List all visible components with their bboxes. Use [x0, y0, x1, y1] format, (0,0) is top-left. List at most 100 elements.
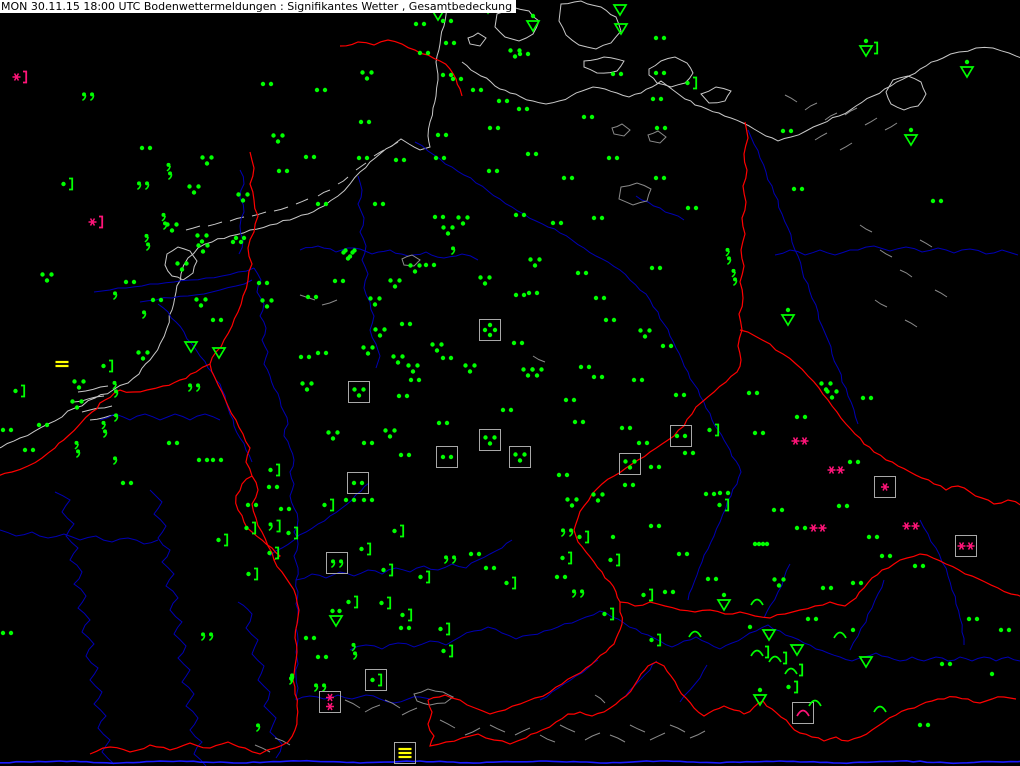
river	[747, 129, 859, 425]
station-slight-snow-icon	[809, 524, 827, 532]
station-slight-rain-icon	[794, 525, 808, 531]
station-slight-rain-icon	[399, 321, 413, 327]
station-rain-past-hour-icon	[392, 524, 405, 538]
station-slight-rain-icon	[398, 625, 412, 631]
station-moderate-rain-icon	[430, 342, 444, 353]
station-shower-arc-past-hour-icon	[750, 645, 770, 659]
station-slight-rain-icon	[879, 553, 893, 559]
station-slight-rain-icon	[649, 265, 663, 271]
station-slight-rain-icon	[278, 506, 292, 512]
station-moderate-rain-icon	[479, 429, 501, 451]
station-slight-rain-icon	[636, 440, 650, 446]
station-slight-rain-icon	[513, 292, 527, 298]
station-slight-drizzle-icon	[81, 92, 95, 102]
detail-dash	[934, 289, 948, 298]
station-slight-rain-icon	[358, 119, 372, 125]
station-moderate-rain-icon	[341, 250, 355, 261]
station-box	[347, 472, 369, 494]
station-shower-triangle-icon	[612, 4, 628, 17]
station-moderate-rain-icon	[348, 381, 370, 403]
station-shower-triangle-icon	[613, 23, 629, 36]
detail-dash	[514, 727, 531, 736]
station-slight-rain-icon	[685, 205, 699, 211]
station-slight-rain-icon	[440, 72, 454, 78]
station-box	[436, 446, 458, 468]
detail-dash	[384, 699, 401, 709]
country-border	[427, 602, 624, 715]
station-slight-rain-icon	[653, 70, 667, 76]
station-slight-rain-icon	[408, 377, 422, 383]
station-slight-rain-icon	[256, 280, 270, 286]
station-drizzle-icon	[450, 246, 456, 256]
station-snow-past-hour-icon	[88, 215, 104, 229]
river	[635, 195, 685, 221]
station-snow-past-hour-icon	[12, 70, 28, 84]
island-dash	[273, 206, 289, 212]
station-shower-arc-icon	[873, 705, 887, 713]
station-box	[348, 381, 370, 403]
station-slight-rain-icon	[517, 51, 531, 57]
station-slight-rain-icon	[682, 450, 696, 456]
station-shower-triangle-icon	[761, 629, 777, 642]
station-slight-rain-icon	[440, 355, 454, 361]
station-slight-rain-icon	[266, 484, 280, 490]
station-drizzle-pair-icon	[144, 233, 151, 252]
station-slight-rain-icon	[622, 482, 636, 488]
station-snow-icon	[874, 476, 896, 498]
station-slight-drizzle-icon	[326, 552, 348, 574]
station-slight-rain-icon	[572, 419, 586, 425]
station-shower-arc-past-hour-icon	[784, 663, 804, 677]
station-rain-past-hour-icon	[786, 680, 799, 694]
station-slight-rain-icon	[746, 390, 760, 396]
river	[157, 303, 253, 463]
detail-dash	[439, 719, 456, 729]
detail-dash	[489, 724, 506, 733]
station-moderate-rain-icon	[136, 350, 150, 361]
detail-dash	[584, 732, 601, 741]
station-moderate-rain-icon	[195, 233, 209, 244]
station-moderate-rain-icon	[591, 492, 605, 503]
station-slight-rain-icon	[836, 503, 850, 509]
station-slight-rain-icon	[486, 168, 500, 174]
station-slight-rain-icon	[998, 627, 1012, 633]
station-moderate-rain-icon	[388, 278, 402, 289]
station-snow-pair-icon	[319, 691, 341, 713]
station-drizzle-pair-icon	[74, 440, 81, 459]
station-rain-dot-icon	[989, 671, 995, 677]
station-moderate-rain-icon	[165, 222, 179, 233]
station-slight-rain-icon	[511, 340, 525, 346]
detail-dash	[401, 707, 418, 716]
detail-dash	[899, 269, 913, 278]
station-rain-past-hour-icon	[685, 76, 698, 90]
station-slight-rain-icon	[0, 427, 14, 433]
station-rain-past-hour-icon	[707, 423, 720, 437]
station-slight-rain-icon	[563, 397, 577, 403]
station-drizzle-pair-icon	[161, 212, 168, 231]
station-rain-past-hour-icon	[577, 530, 590, 544]
island-dash	[77, 385, 109, 393]
station-slight-rain-icon	[591, 374, 605, 380]
station-shower-triangle-icon	[789, 644, 805, 657]
station-slight-snow-icon	[955, 535, 977, 557]
station-slight-rain-icon	[650, 96, 664, 102]
station-box	[792, 702, 814, 724]
coastline-north-sea	[0, 0, 449, 449]
station-moderate-rain-icon	[565, 497, 579, 508]
station-rain-dot-icon	[747, 624, 753, 630]
station-rain-past-hour-icon	[216, 533, 229, 547]
river-bright	[0, 759, 1020, 765]
station-slight-rain-icon	[791, 186, 805, 192]
island-dash	[337, 176, 349, 185]
station-slight-rain-icon	[516, 106, 530, 112]
station-slight-rain-icon	[260, 81, 274, 87]
detail-dash	[321, 299, 338, 306]
country-border	[619, 553, 1020, 619]
detail-dash	[784, 94, 798, 103]
station-slight-rain-icon	[450, 76, 464, 82]
station-box	[326, 552, 348, 574]
station-moderate-rain-icon	[200, 155, 214, 166]
station-slight-snow-icon	[827, 466, 845, 474]
station-moderate-rain-icon	[772, 577, 786, 588]
station-slight-rain-icon	[436, 446, 458, 468]
station-moderate-rain-icon	[456, 215, 470, 226]
